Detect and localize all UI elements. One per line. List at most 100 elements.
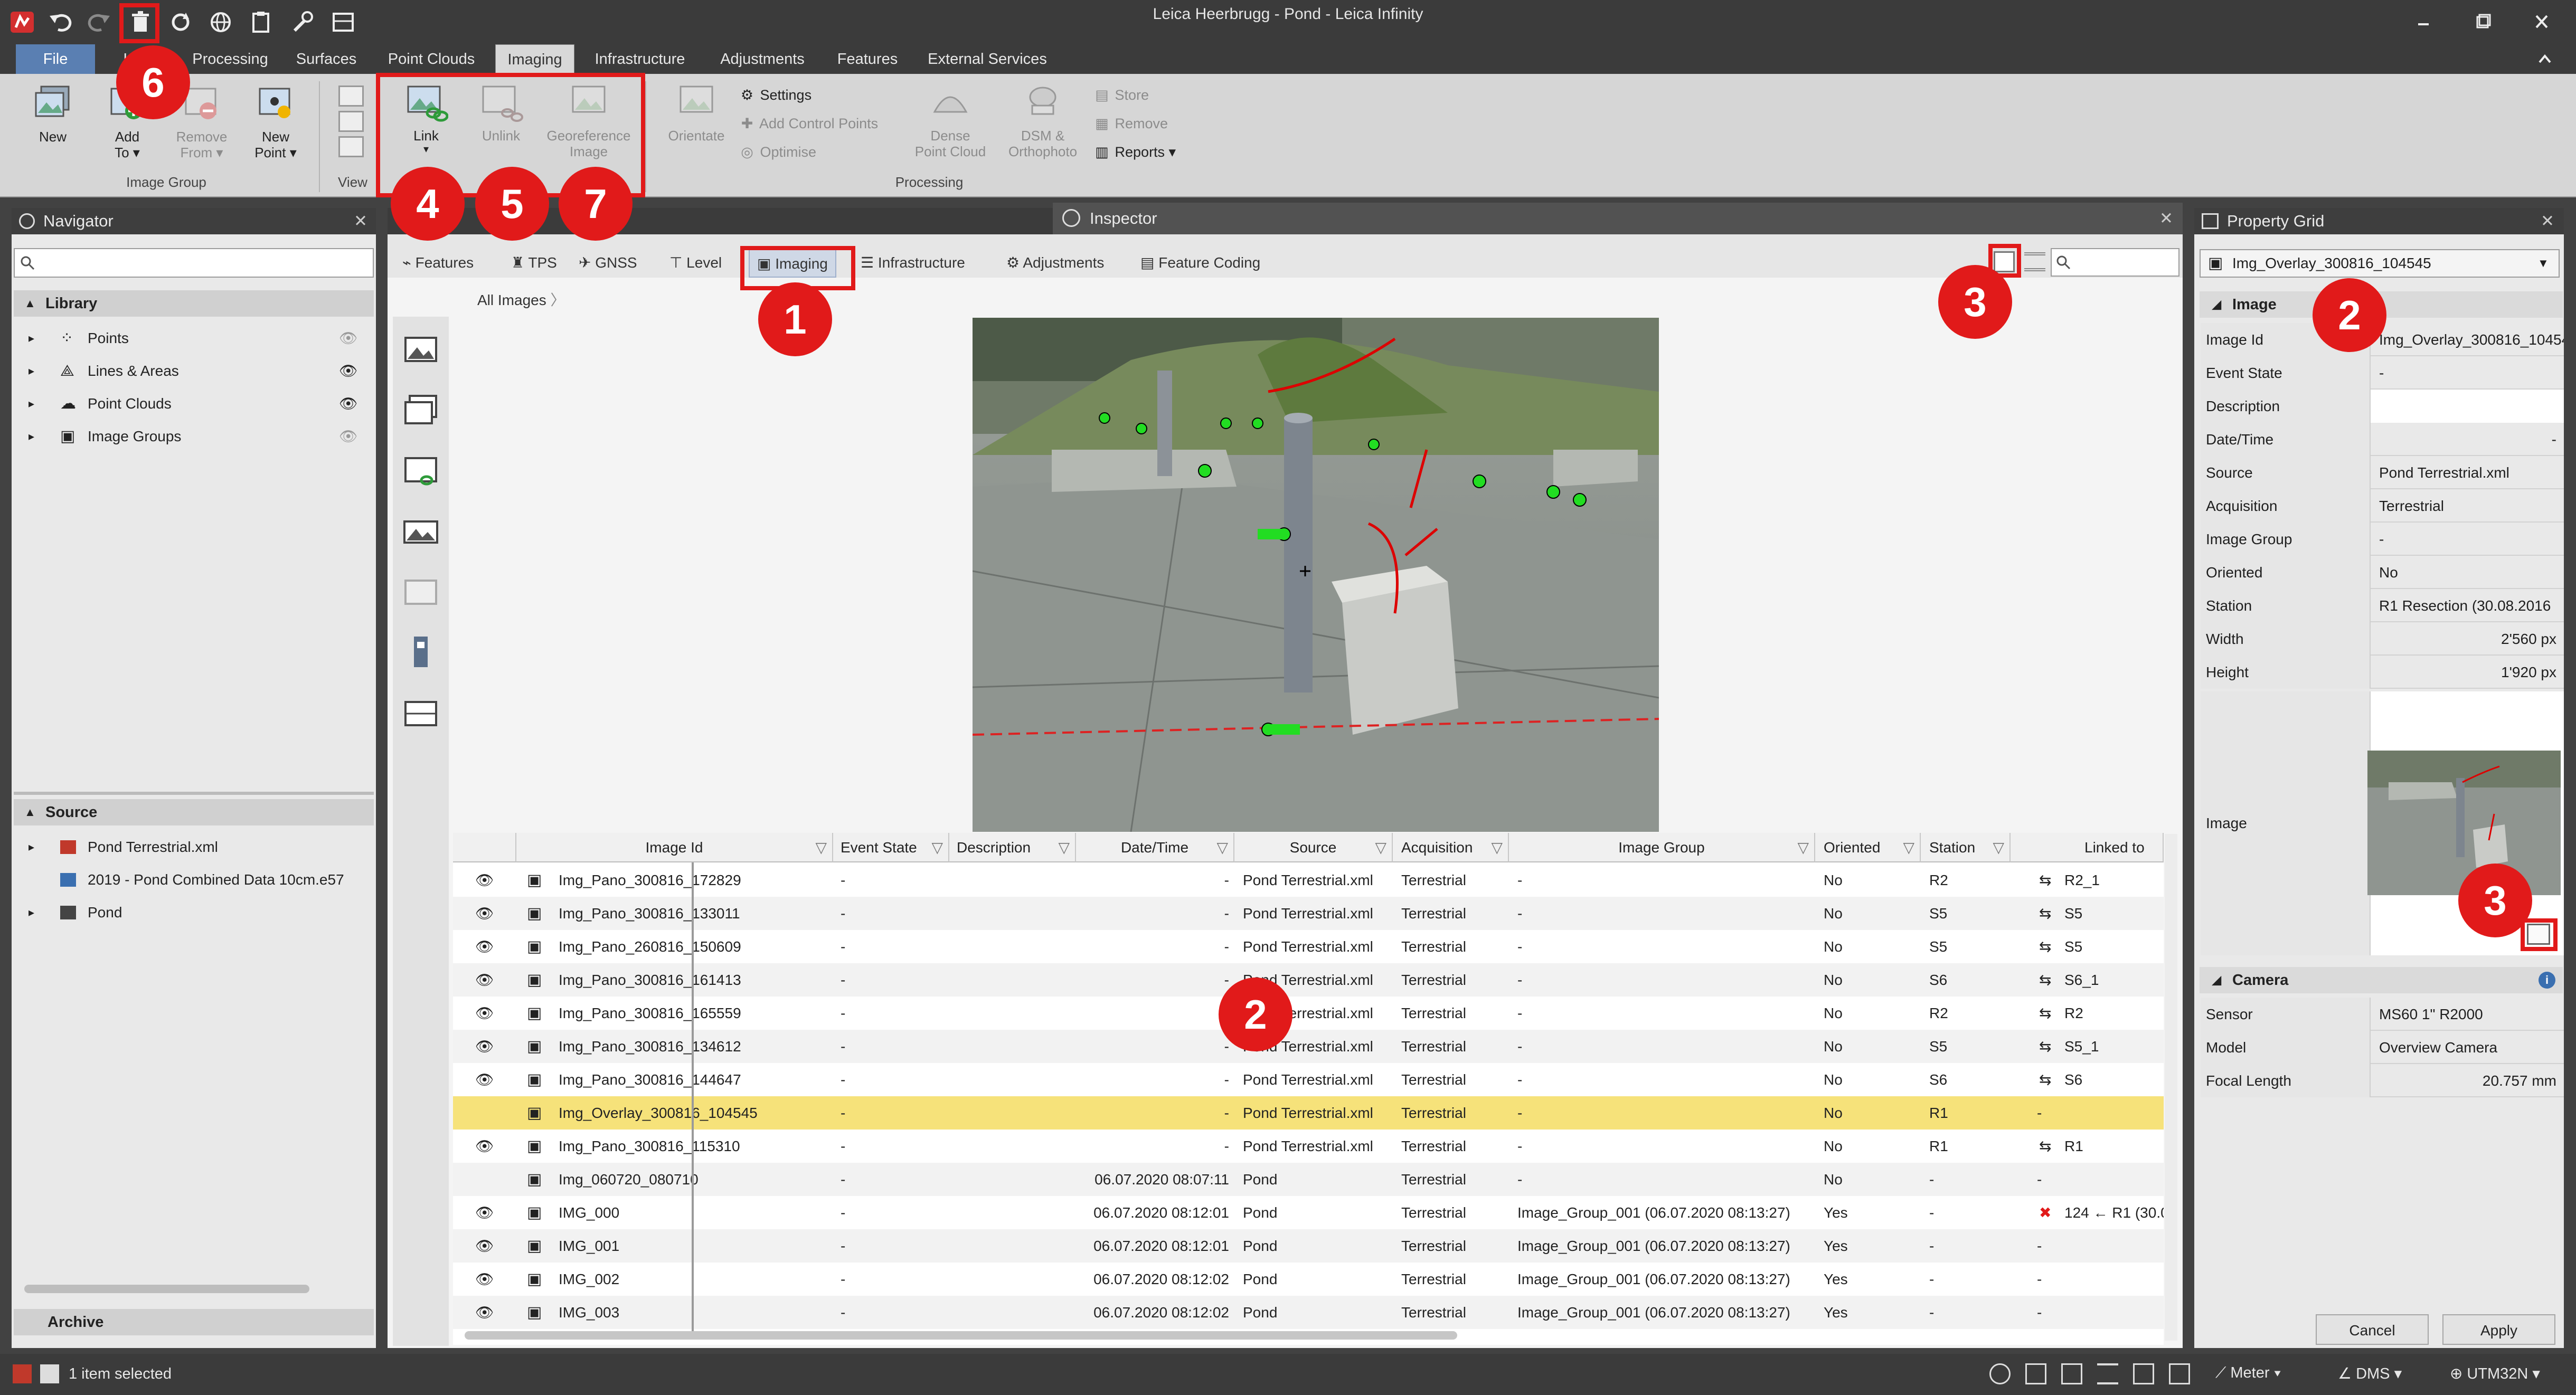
measure-icon[interactable] [2025,1363,2046,1384]
info-icon[interactable]: i [2539,972,2555,989]
reports-button[interactable]: ▥ Reports ▾ [1093,141,1176,163]
filter-icon[interactable]: ▽ [1903,833,1914,862]
tab-level[interactable]: ⊤ Level [669,248,722,278]
tab-adjustments[interactable]: ⚙ Adjustments [1006,248,1104,278]
object-selector-dropdown[interactable]: ▣ Img_Overlay_300816_104545 ▼ [2200,249,2560,278]
tab-infrastructure[interactable]: Infrastructure [587,44,693,74]
table-row[interactable]: 👁 ▣ Img_Pano_300816_172829- - Pond Terrestri… [453,863,2164,897]
multi-image-icon[interactable] [398,388,444,434]
tab-surfaces[interactable]: Surfaces [289,44,363,74]
camera-section-header[interactable]: ◢ Camera i [2200,967,2563,993]
close-icon[interactable]: ✕ [2541,208,2554,234]
visibility-icon[interactable]: 👁 [339,325,358,352]
column-header-date-time[interactable]: Date/Time ▽ [1076,833,1234,862]
library-item-point-clouds[interactable]: ▸ ☁ Point Clouds 👁 [14,391,374,417]
visibility-icon[interactable]: 👁 [339,391,358,417]
column-header-station[interactable]: Station ▽ [1921,833,2011,862]
table-row[interactable]: ▣ Img_060720_080710-06.07.2020 08:07:11 Po… [453,1163,2164,1196]
filter-icon[interactable]: ▽ [1993,833,2004,862]
table-row[interactable]: 👁 ▣ IMG_000-06.07.2020 08:12:01 Pond Terrest… [453,1196,2164,1229]
visibility-icon[interactable]: 👁 [339,423,358,450]
table-row[interactable]: 👁▣Img_Pano_300816_165559--Pond Terrestri… [453,997,2164,1030]
column-header-acquisition[interactable]: Acquisition ▽ [1393,833,1509,862]
optimise-button[interactable]: ◎ Optimise [738,141,816,163]
prop-value[interactable]: 2'560 px [2371,622,2564,656]
source-item[interactable]: 2019 - Pond Combined Data 10cm.e57 [14,867,374,893]
column-header-source[interactable]: Source ▽ [1234,833,1393,862]
new-button[interactable]: New [21,83,84,145]
navigator-search-input[interactable] [14,248,374,278]
unit-selector[interactable]: ⟋ Meter ▾ [2215,1364,2281,1382]
library-section[interactable]: ▲ Library [14,290,374,317]
map-icon[interactable] [2133,1363,2154,1384]
inspector-search-input[interactable] [2051,248,2179,277]
table-row[interactable]: 👁 ▣ Img_Pano_260816_150609- - Pond Terrestri… [453,930,2164,963]
table-row[interactable]: 👁 ▣ Img_Pano_300816_134612- - Pond Terrestri… [453,1030,2164,1063]
tab-point-clouds[interactable]: Point Clouds [381,44,482,74]
settings-button[interactable]: ⚙ Settings [738,84,812,106]
angle-selector[interactable]: ∠ DMS ▾ [2338,1364,2402,1383]
minimize-icon[interactable] [2408,7,2439,37]
orientate-button[interactable]: Orientate [657,82,736,144]
view-single-icon[interactable] [338,86,364,107]
layers-icon[interactable] [2097,1363,2118,1384]
prop-value[interactable]: 1'920 px [2371,656,2564,689]
filter-icon[interactable]: ▽ [1375,833,1386,862]
library-item-image-groups[interactable]: ▸ ▣ Image Groups 👁 [14,423,374,450]
filter-icon[interactable]: ▽ [1216,833,1228,862]
prop-value[interactable] [2371,390,2564,423]
prop-value[interactable]: Pond Terrestrial.xml [2371,456,2564,489]
prop-value[interactable]: 20.757 mm [2371,1064,2564,1097]
close-icon[interactable]: ✕ [2159,203,2173,234]
table-horizontal-scrollbar[interactable] [465,1331,1457,1340]
prop-value[interactable]: R1 Resection (30.08.2016 [2371,589,2564,622]
cancel-button[interactable]: Cancel [2316,1314,2429,1345]
tab-processing[interactable]: Processing [188,44,272,74]
column-header-oriented[interactable]: Oriented ▽ [1815,833,1921,862]
visibility-icon[interactable]: 👁 [475,963,494,997]
column-header-event-state[interactable]: Event State ▽ [833,833,949,862]
table-row[interactable]: 👁 ▣ Img_Pano_300816_133011- - Pond Terrestri… [453,897,2164,930]
image-view-icon[interactable] [398,327,444,373]
table-row[interactable]: 👁 ▣ IMG_001-06.07.2020 08:12:01 Pond Terrest… [453,1229,2164,1263]
prop-value[interactable]: Img_Overlay_300816_104545 [2371,323,2564,356]
table-row[interactable]: 👁 ▣ Img_Pano_300816_115310- - Pond Terrestri… [453,1130,2164,1163]
source-item[interactable]: ▸ Pond [14,899,374,926]
maximize-icon[interactable] [2467,7,2498,37]
tab-imaging[interactable]: Imaging [495,44,574,74]
visibility-icon[interactable]: 👁 [475,1296,494,1329]
visibility-icon[interactable]: 👁 [475,930,494,963]
table-icon[interactable] [2061,1363,2082,1384]
archive-section[interactable]: Archive [14,1309,374,1335]
tab-features[interactable]: ⌁ Features [402,248,474,278]
column-header-image-id[interactable]: Image Id ▽ [516,833,833,862]
list-view-icon[interactable] [2024,252,2045,271]
column-header-description[interactable]: Description ▽ [949,833,1076,862]
link-image-icon[interactable] [398,449,444,494]
tab-external-services[interactable]: External Services [919,44,1056,74]
column-header-visibility[interactable] [453,833,516,862]
navigator-scrollbar[interactable] [24,1285,309,1293]
source-item[interactable]: ▸ Pond Terrestrial.xml [14,834,374,860]
filter-icon[interactable]: ▽ [1797,833,1809,862]
dsm-orthophoto-button[interactable]: DSM & Orthophoto [998,82,1088,159]
view-grid-icon[interactable] [338,136,364,157]
tab-tps[interactable]: ♜ TPS [511,248,557,278]
filter-icon[interactable]: ▽ [931,833,943,862]
visibility-icon[interactable]: 👁 [475,1130,494,1163]
tab-gnss[interactable]: ✈ GNSS [579,248,637,278]
settings-icon[interactable] [2169,1363,2190,1384]
prop-value[interactable]: - [2371,523,2564,556]
prop-value[interactable]: No [2371,556,2564,589]
visibility-icon[interactable]: 👁 [475,863,494,897]
tab-infrastructure[interactable]: ☰ Infrastructure [861,248,965,278]
visibility-icon[interactable]: 👁 [475,1263,494,1296]
station-icon[interactable] [398,630,444,676]
collapse-ribbon-icon[interactable] [2534,49,2555,70]
filter-icon[interactable]: ▽ [815,833,827,862]
image-disabled-icon[interactable] [398,570,444,615]
prop-value[interactable]: MS60 1" R2000 [2371,998,2564,1031]
new-point-button[interactable]: New Point ▾ [244,83,307,160]
image-thumbnail[interactable] [2367,751,2561,895]
image-viewer[interactable] [973,318,1659,832]
